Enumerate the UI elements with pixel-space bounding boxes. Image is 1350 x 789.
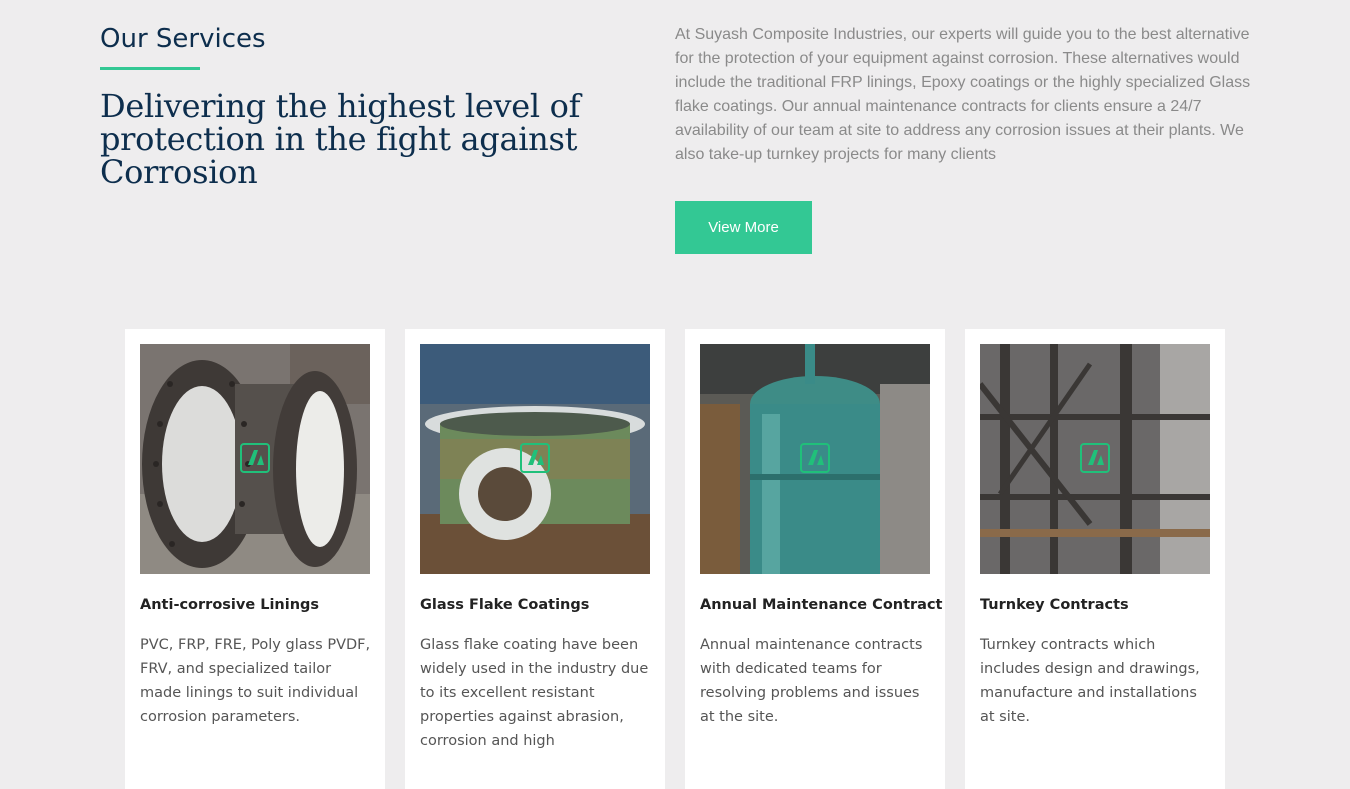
title-underline bbox=[100, 67, 200, 70]
service-card-glass-flake-coatings[interactable]: Glass Flake Coatings Glass flake coating… bbox=[405, 329, 665, 789]
intro-paragraph: At Suyash Composite Industries, our expe… bbox=[675, 26, 1251, 163]
service-image-glass-flake-coatings[interactable] bbox=[420, 344, 650, 574]
service-title[interactable]: Turnkey Contracts bbox=[980, 597, 1215, 613]
service-description: Turnkey contracts which includes design … bbox=[980, 637, 1200, 725]
service-description: Annual maintenance contracts with dedica… bbox=[700, 637, 923, 725]
service-description: PVC, FRP, FRE, Poly glass PVDF, FRV, and… bbox=[140, 637, 371, 725]
service-description: Glass flake coating have been widely use… bbox=[420, 637, 649, 749]
page-headline: Delivering the highest level of protecti… bbox=[100, 87, 581, 191]
service-title[interactable]: Glass Flake Coatings bbox=[420, 597, 655, 613]
service-image-anti-corrosive-linings[interactable] bbox=[140, 344, 370, 574]
service-image-annual-maintenance-contract[interactable] bbox=[700, 344, 930, 574]
service-image-turnkey-contracts[interactable] bbox=[980, 344, 1210, 574]
service-card-annual-maintenance-contract[interactable]: Annual Maintenance Contract Annual maint… bbox=[685, 329, 945, 789]
service-card-anti-corrosive-linings[interactable]: Anti-corrosive Linings PVC, FRP, FRE, Po… bbox=[125, 329, 385, 789]
service-title[interactable]: Annual Maintenance Contract bbox=[700, 597, 943, 613]
section-title: Our Services bbox=[100, 24, 266, 54]
view-more-button[interactable]: View More bbox=[675, 201, 812, 254]
service-card-turnkey-contracts[interactable]: Turnkey Contracts Turnkey contracts whic… bbox=[965, 329, 1225, 789]
service-title[interactable]: Anti-corrosive Linings bbox=[140, 597, 375, 613]
